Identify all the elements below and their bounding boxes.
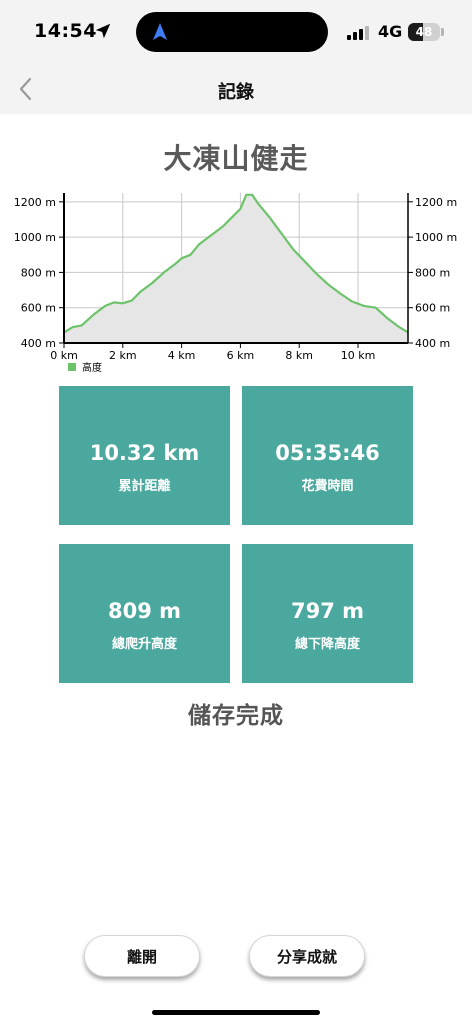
descent-value: 797 m — [290, 599, 365, 623]
legend-label: 高度 — [82, 361, 102, 374]
dynamic-island — [136, 12, 328, 52]
elevation-chart: 0 km 2 km 4 km 6 km 8 km 10 km 400 m 400 m 600 m… — [14, 193, 457, 374]
distance-value: 10.32 km — [89, 441, 200, 465]
home-indicator — [152, 1010, 320, 1015]
status-time: 14:54 — [34, 20, 97, 42]
ascent-label: 總爬升高度 — [111, 637, 177, 652]
battery-cap — [441, 28, 444, 36]
y-tick-label-left: 800 m — [21, 266, 56, 279]
y-tick-label-left: 400 m — [21, 337, 56, 350]
leave-button[interactable]: 離開 — [84, 935, 200, 977]
y-tick-label-left: 1000 m — [14, 231, 56, 244]
x-tick-label: 0 km — [50, 349, 78, 362]
x-tick-label: 10 km — [341, 349, 376, 362]
y-tick-label-right: 800 m — [415, 266, 450, 279]
battery-icon: 48 — [408, 23, 440, 41]
duration-tile: 05:35:46 花費時間 — [242, 386, 413, 525]
duration-label: 花費時間 — [301, 479, 354, 494]
battery-level: 48 — [415, 25, 433, 39]
distance-tile: 10.32 km 累計距離 — [59, 386, 230, 525]
y-tick-label-left: 1200 m — [14, 196, 56, 209]
y-tick-label-right: 400 m — [415, 337, 450, 350]
duration-value: 05:35:46 — [275, 441, 380, 465]
y-tick-label-left: 600 m — [21, 302, 56, 315]
page-title: 大凍山健走 — [163, 142, 309, 175]
elevation-area — [64, 194, 408, 343]
status-bar: 14:54 4G 48 — [0, 0, 472, 64]
legend-swatch — [68, 363, 76, 371]
location-arrow-icon — [95, 23, 111, 39]
x-tick-label: 4 km — [168, 349, 196, 362]
ascent-tile: 809 m 總爬升高度 — [59, 544, 230, 683]
ascent-value: 809 m — [107, 599, 182, 623]
save-status: 儲存完成 — [188, 703, 284, 729]
x-tick-label: 2 km — [109, 349, 137, 362]
descent-tile: 797 m 總下降高度 — [242, 544, 413, 683]
network-type: 4G — [378, 22, 403, 41]
distance-label: 累計距離 — [118, 479, 171, 494]
share-achievement-button[interactable]: 分享成就 — [249, 935, 365, 977]
descent-label: 總下降高度 — [294, 637, 360, 652]
y-tick-label-right: 1200 m — [415, 196, 457, 209]
y-tick-label-right: 600 m — [415, 302, 450, 315]
x-tick-label: 6 km — [227, 349, 255, 362]
cellular-signal-icon — [347, 24, 371, 40]
navigation-arrow-icon — [153, 23, 167, 40]
y-tick-label-right: 1000 m — [415, 231, 457, 244]
nav-title: 記錄 — [218, 82, 254, 103]
nav-bar: 記錄 — [0, 64, 472, 114]
x-tick-label: 8 km — [285, 349, 313, 362]
